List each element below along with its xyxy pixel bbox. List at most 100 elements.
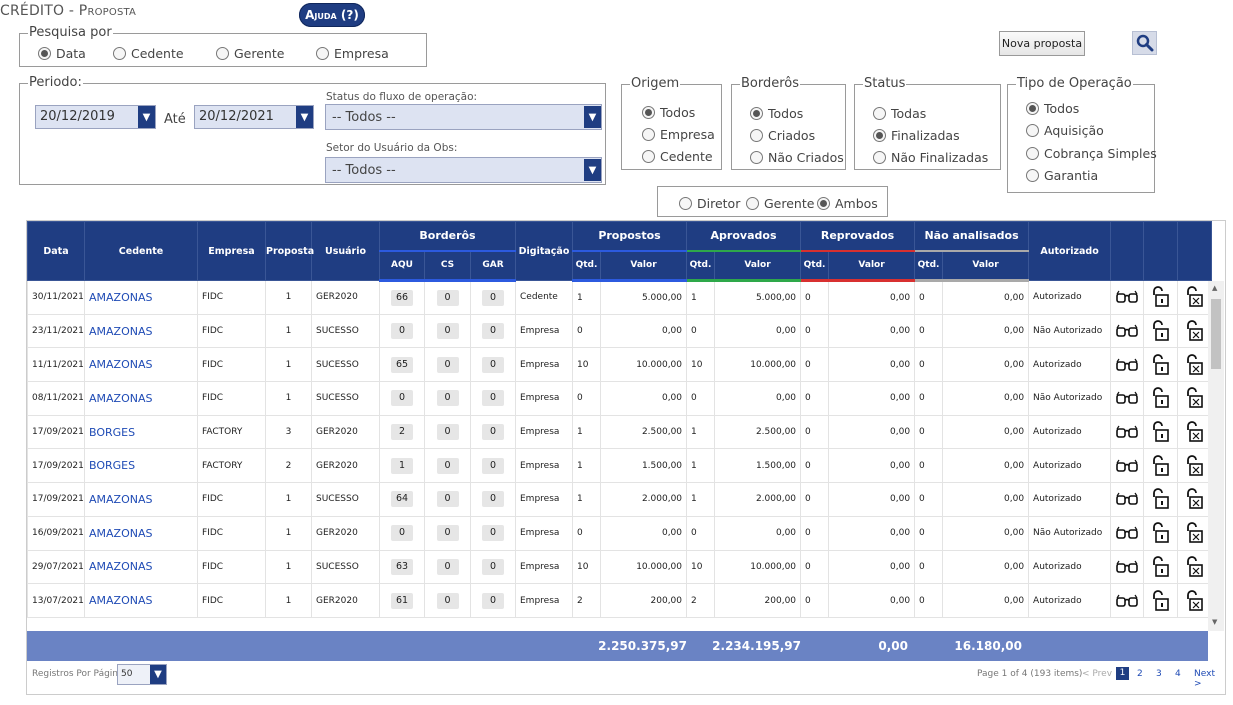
export-button[interactable]	[1177, 549, 1213, 585]
view-button[interactable]	[1110, 448, 1145, 484]
view-button[interactable]	[1110, 381, 1145, 416]
export-button[interactable]	[1177, 482, 1213, 517]
cedente-link[interactable]: AMAZONAS	[84, 583, 198, 618]
col-prop-valor[interactable]: Valor	[599, 250, 688, 282]
radio-tipo-todos[interactable]: Todos	[1026, 101, 1079, 116]
view-button[interactable]	[1110, 515, 1145, 551]
col-rep-qtd[interactable]: Qtd.	[800, 250, 830, 282]
col-cedente[interactable]: Cedente	[84, 221, 198, 281]
view-button[interactable]	[1110, 549, 1145, 585]
radio-origem-cedente[interactable]: Cedente	[642, 149, 713, 164]
cedente-link[interactable]: AMAZONAS	[84, 515, 198, 551]
scroll-down-icon[interactable]: ▼	[1212, 618, 1217, 626]
view-button[interactable]	[1110, 280, 1145, 315]
col-na-qtd[interactable]: Qtd.	[914, 250, 944, 282]
unlock-button[interactable]	[1143, 347, 1179, 383]
radio-diretor[interactable]: Diretor	[679, 196, 740, 211]
view-button[interactable]	[1110, 313, 1145, 349]
unlock-button[interactable]	[1143, 515, 1179, 551]
help-button[interactable]: Ajuda (?)	[299, 3, 365, 27]
radio-gerente[interactable]: Gerente	[216, 46, 284, 61]
cedente-link[interactable]: AMAZONAS	[84, 280, 198, 315]
unlock-button[interactable]	[1143, 448, 1179, 484]
view-button[interactable]	[1110, 347, 1145, 383]
export-button[interactable]	[1177, 583, 1213, 618]
table-row[interactable]: 29/07/2021 AMAZONAS FIDC 1 SUCESSO 63 0 …	[27, 549, 1213, 585]
chevron-down-icon[interactable]: ▼	[150, 665, 166, 684]
cedente-link[interactable]: BORGES	[84, 448, 198, 484]
table-row[interactable]: 13/07/2021 AMAZONAS FIDC 1 GER2020 61 0 …	[27, 583, 1213, 618]
export-button[interactable]	[1177, 515, 1213, 551]
cedente-link[interactable]: AMAZONAS	[84, 381, 198, 416]
unlock-button[interactable]	[1143, 381, 1179, 416]
export-button[interactable]	[1177, 448, 1213, 484]
unlock-button[interactable]	[1143, 280, 1179, 315]
col-apr-qtd[interactable]: Qtd.	[686, 250, 716, 282]
prev-page-link[interactable]: < Prev	[1082, 669, 1112, 679]
search-button[interactable]	[1132, 31, 1157, 55]
table-row[interactable]: 17/09/2021 AMAZONAS FIDC 1 SUCESSO 64 0 …	[27, 482, 1213, 517]
radio-origem-todos[interactable]: Todos	[642, 105, 695, 120]
chevron-down-icon[interactable]: ▼	[584, 106, 601, 128]
table-row[interactable]: 16/09/2021 AMAZONAS FIDC 1 GER2020 0 0 0…	[27, 515, 1213, 551]
scroll-up-icon[interactable]: ▲	[1212, 284, 1217, 292]
col-rep-valor[interactable]: Valor	[828, 250, 916, 282]
col-apr-valor[interactable]: Valor	[714, 250, 802, 282]
view-button[interactable]	[1110, 482, 1145, 517]
table-row[interactable]: 30/11/2021 AMAZONAS FIDC 1 GER2020 66 0 …	[27, 280, 1213, 315]
export-button[interactable]	[1177, 313, 1213, 349]
view-button[interactable]	[1110, 583, 1145, 618]
scroll-thumb[interactable]	[1211, 299, 1221, 369]
cedente-link[interactable]: AMAZONAS	[84, 313, 198, 349]
col-digitacao[interactable]: Digitação	[515, 221, 573, 281]
page-1-button[interactable]: 1	[1116, 667, 1129, 680]
radio-ambos[interactable]: Ambos	[817, 196, 878, 211]
date-from-input[interactable]: 20/12/2019 ▼	[35, 105, 156, 129]
radio-tipo-cobranca[interactable]: Cobrança Simples	[1026, 146, 1157, 161]
chevron-down-icon[interactable]: ▼	[138, 106, 155, 128]
table-row[interactable]: 08/11/2021 AMAZONAS FIDC 1 SUCESSO 0 0 0…	[27, 381, 1213, 416]
col-autorizado[interactable]: Autorizado	[1028, 221, 1112, 281]
table-row[interactable]: 11/11/2021 AMAZONAS FIDC 1 SUCESSO 65 0 …	[27, 347, 1213, 383]
page-3-link[interactable]: 3	[1156, 669, 1162, 679]
view-button[interactable]	[1110, 414, 1145, 450]
col-aqu[interactable]: AQU	[379, 250, 425, 282]
radio-borderos-criados[interactable]: Criados	[750, 128, 815, 143]
unlock-button[interactable]	[1143, 482, 1179, 517]
radio-borderos-nao-criados[interactable]: Não Criados	[750, 150, 844, 165]
cedente-link[interactable]: AMAZONAS	[84, 482, 198, 517]
next-page-link[interactable]: Next >	[1194, 669, 1225, 689]
radio-status-finalizadas[interactable]: Finalizadas	[873, 128, 960, 143]
cedente-link[interactable]: AMAZONAS	[84, 347, 198, 383]
export-button[interactable]	[1177, 414, 1213, 450]
table-row[interactable]: 17/09/2021 BORGES FACTORY 2 GER2020 1 0 …	[27, 448, 1213, 484]
page-4-link[interactable]: 4	[1175, 669, 1181, 679]
radio-cedente[interactable]: Cedente	[113, 46, 184, 61]
unlock-button[interactable]	[1143, 414, 1179, 450]
col-prop-qtd[interactable]: Qtd.	[572, 250, 601, 282]
col-gar[interactable]: GAR	[470, 250, 516, 282]
radio-status-todas[interactable]: Todas	[873, 106, 926, 121]
col-empresa[interactable]: Empresa	[197, 221, 266, 281]
setor-select[interactable]: -- Todos -- ▼	[325, 157, 602, 183]
date-to-input[interactable]: 20/12/2021 ▼	[194, 105, 314, 129]
export-button[interactable]	[1177, 381, 1213, 416]
radio-tipo-aquisicao[interactable]: Aquisição	[1026, 123, 1104, 138]
unlock-button[interactable]	[1143, 549, 1179, 585]
radio-borderos-todos[interactable]: Todos	[750, 106, 803, 121]
cedente-link[interactable]: AMAZONAS	[84, 549, 198, 585]
unlock-button[interactable]	[1143, 313, 1179, 349]
cedente-link[interactable]: BORGES	[84, 414, 198, 450]
chevron-down-icon[interactable]: ▼	[296, 106, 313, 128]
new-proposal-button[interactable]: Nova proposta	[999, 31, 1085, 56]
page-2-link[interactable]: 2	[1137, 669, 1143, 679]
grid-scrollbar[interactable]: ▲ ▼	[1208, 281, 1224, 631]
col-cs[interactable]: CS	[424, 250, 471, 282]
table-row[interactable]: 23/11/2021 AMAZONAS FIDC 1 SUCESSO 0 0 0…	[27, 313, 1213, 349]
status-flow-select[interactable]: -- Todos -- ▼	[325, 104, 602, 130]
per-page-select[interactable]: 50 ▼	[117, 664, 167, 685]
radio-status-nao-finalizadas[interactable]: Não Finalizadas	[873, 150, 988, 165]
col-usuario[interactable]: Usuário	[311, 221, 380, 281]
col-data[interactable]: Data	[27, 221, 85, 281]
unlock-button[interactable]	[1143, 583, 1179, 618]
